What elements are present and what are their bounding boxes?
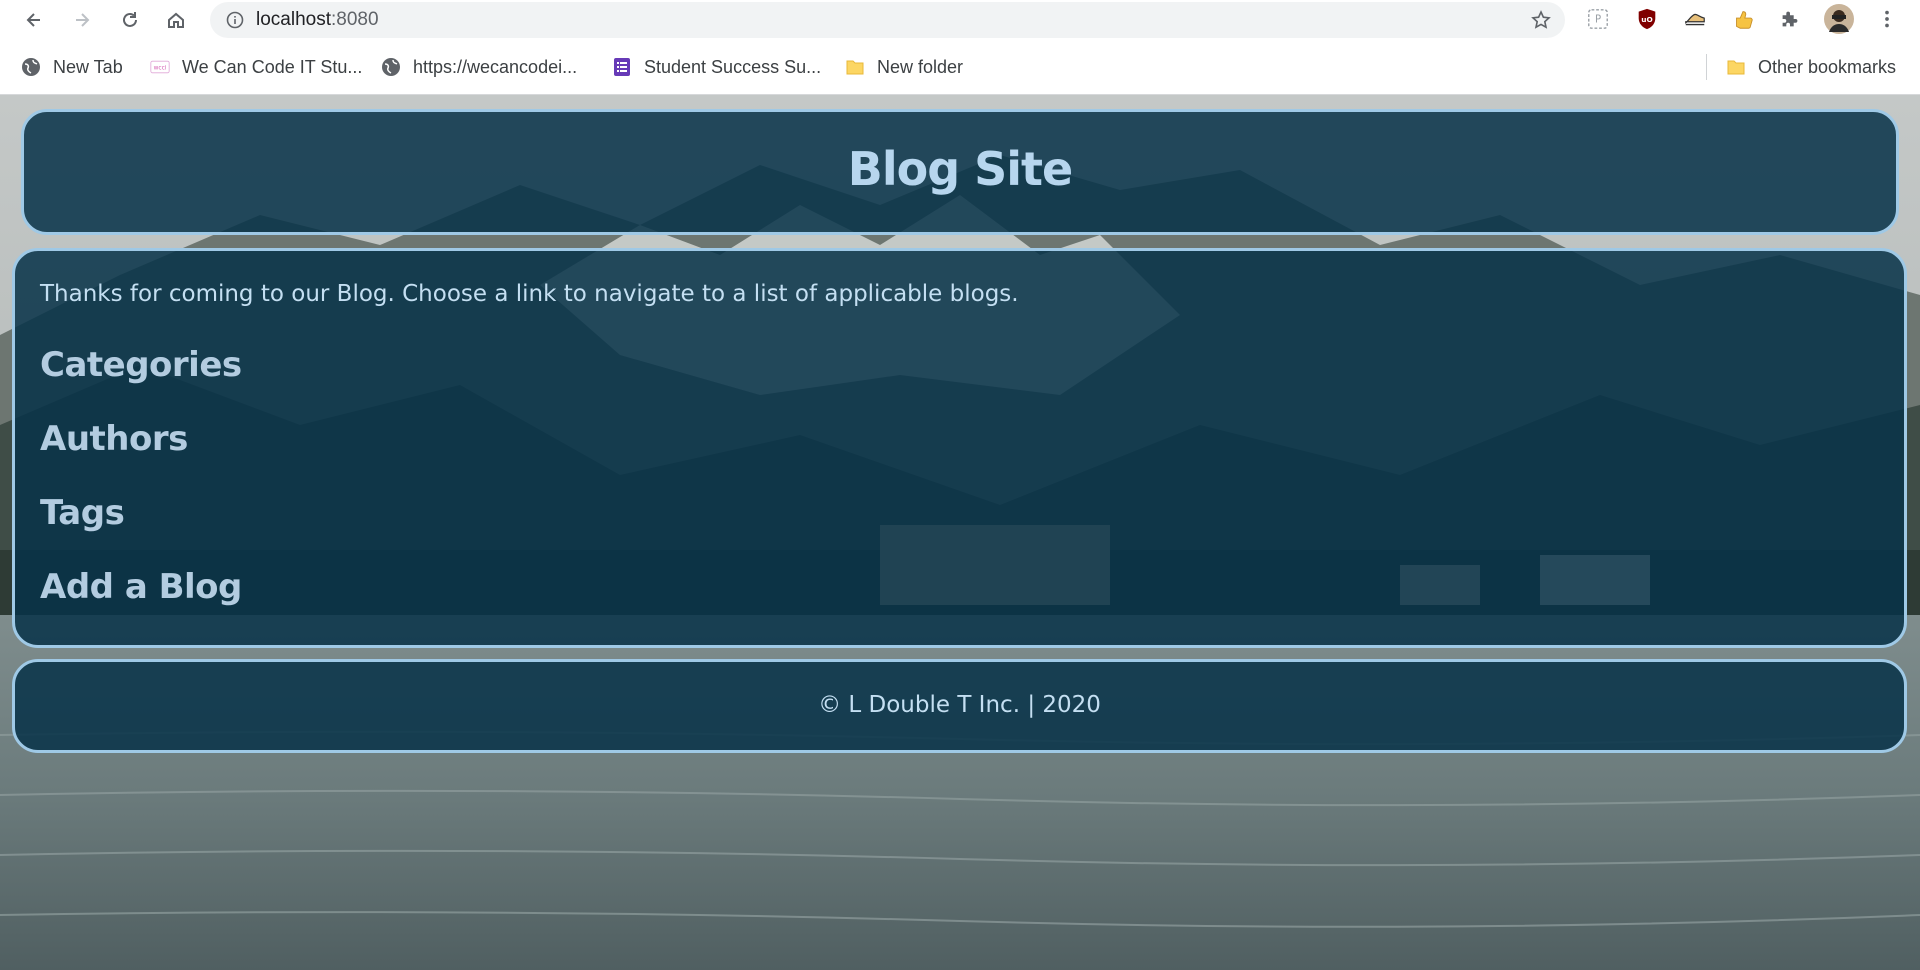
bookmark-item[interactable]: Student Success Su... bbox=[612, 54, 821, 80]
authors-link[interactable]: Authors bbox=[40, 419, 188, 459]
address-bar[interactable]: localhost:8080 bbox=[210, 2, 1565, 38]
other-bookmarks[interactable]: Other bookmarks bbox=[1726, 54, 1896, 80]
globe-icon bbox=[21, 57, 41, 77]
google-forms-icon bbox=[612, 57, 632, 77]
bookmark-label: https://wecancodei... bbox=[413, 56, 578, 77]
reload-icon bbox=[123, 12, 137, 27]
wcci-logo-icon: wcci bbox=[150, 57, 170, 77]
bookmark-label: New Tab bbox=[53, 56, 123, 77]
bookmark-label: New folder bbox=[877, 56, 964, 77]
categories-link[interactable]: Categories bbox=[40, 345, 242, 385]
bookmark-label: Student Success Su... bbox=[644, 56, 822, 77]
kebab-menu-icon[interactable] bbox=[1874, 6, 1900, 32]
shield-ext-icon[interactable]: P bbox=[1585, 6, 1611, 32]
sneaker-ext-icon[interactable] bbox=[1682, 6, 1708, 32]
ublock-icon[interactable]: uO bbox=[1634, 6, 1660, 32]
forward-button[interactable] bbox=[68, 6, 96, 34]
back-arrow-icon bbox=[26, 13, 40, 27]
profile-avatar[interactable] bbox=[1824, 4, 1854, 34]
web-page: Blog Site Thanks for coming to our Blog.… bbox=[0, 95, 1920, 970]
bookmark-label: We Can Code IT Stu... bbox=[182, 56, 363, 77]
bookmarks-bar: New Tab wcci We Can Code IT Stu... https… bbox=[0, 40, 1920, 95]
url-port: :8080 bbox=[331, 9, 379, 30]
home-button[interactable] bbox=[162, 6, 190, 34]
other-bookmarks-label: Other bookmarks bbox=[1758, 56, 1897, 77]
main-content: Thanks for coming to our Blog. Choose a … bbox=[12, 248, 1907, 648]
copyright-text: © L Double T Inc. | 2020 bbox=[818, 692, 1101, 718]
folder-icon bbox=[1726, 57, 1746, 77]
svg-text:uO: uO bbox=[1641, 15, 1653, 24]
thumbs-up-icon[interactable] bbox=[1730, 6, 1756, 32]
tags-link[interactable]: Tags bbox=[40, 493, 125, 533]
folder-icon bbox=[845, 57, 865, 77]
site-footer: © L Double T Inc. | 2020 bbox=[12, 659, 1907, 753]
svg-text:wcci: wcci bbox=[154, 66, 167, 72]
url-text: localhost:8080 bbox=[256, 9, 379, 31]
home-icon bbox=[168, 12, 184, 28]
forward-arrow-icon bbox=[76, 13, 90, 27]
bookmark-item[interactable]: New Tab bbox=[21, 54, 123, 80]
url-host: localhost bbox=[256, 9, 331, 30]
puzzle-icon[interactable] bbox=[1777, 6, 1803, 32]
add-blog-link[interactable]: Add a Blog bbox=[40, 567, 242, 607]
bookmark-item[interactable]: wcci We Can Code IT Stu... bbox=[150, 54, 362, 80]
info-icon[interactable] bbox=[226, 11, 244, 29]
bookmarks-separator bbox=[1706, 54, 1707, 80]
bookmark-star-icon[interactable] bbox=[1531, 10, 1551, 30]
back-button[interactable] bbox=[20, 6, 48, 34]
site-header: Blog Site bbox=[21, 109, 1899, 235]
svg-text:P: P bbox=[1595, 15, 1601, 26]
bookmark-item[interactable]: New folder bbox=[845, 54, 963, 80]
bookmark-item[interactable]: https://wecancodei... bbox=[381, 54, 577, 80]
globe-icon bbox=[381, 57, 401, 77]
intro-text: Thanks for coming to our Blog. Choose a … bbox=[40, 281, 1019, 307]
reload-button[interactable] bbox=[116, 6, 144, 34]
site-title: Blog Site bbox=[847, 142, 1073, 196]
